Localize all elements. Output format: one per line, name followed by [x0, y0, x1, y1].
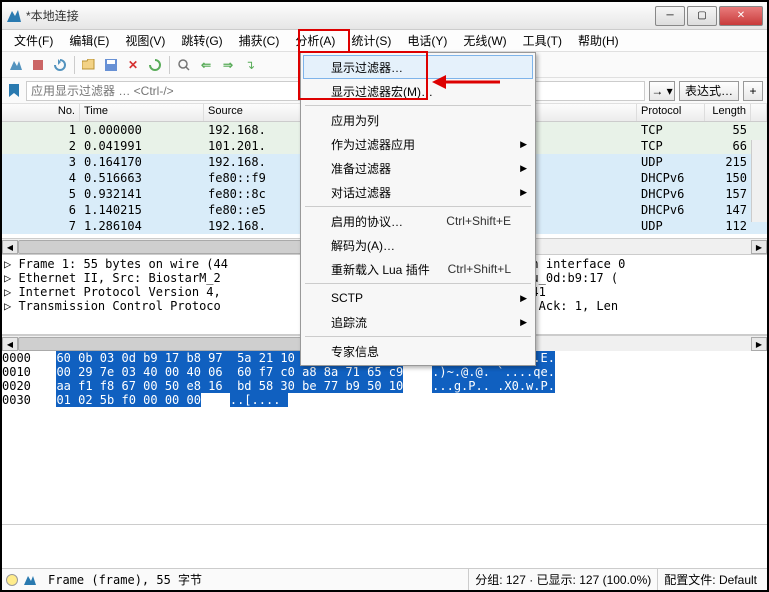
menu-stats[interactable]: 统计(S)	[343, 30, 399, 51]
menu-item-SCTP[interactable]: SCTP▶	[303, 286, 533, 310]
wireshark-icon	[6, 8, 22, 24]
tb-stop-capture[interactable]	[28, 55, 48, 75]
analyze-menu-dropdown: 显示过滤器…显示过滤器宏(M)… 应用为列作为过滤器应用▶准备过滤器▶对话过滤器▶…	[300, 52, 536, 366]
scroll-right-icon[interactable]: ▶	[751, 337, 767, 351]
status-profile-label: 配置文件:	[664, 571, 715, 588]
tb-open[interactable]	[79, 55, 99, 75]
menu-item--M-[interactable]: 显示过滤器宏(M)…	[303, 79, 533, 103]
window-maximize-button[interactable]: ▢	[687, 6, 717, 26]
tb-next[interactable]: ⇒	[218, 55, 238, 75]
filter-apply-button[interactable]: → ▾	[649, 81, 675, 101]
menu-item--[interactable]: 作为过滤器应用▶	[303, 132, 533, 156]
status-packet-count: 分组: 127 · 已显示: 127 (100.0%)	[469, 569, 658, 590]
window-titlebar: *本地连接 ─ ▢ ✕	[2, 2, 767, 30]
menu-file[interactable]: 文件(F)	[6, 30, 61, 51]
window-close-button[interactable]: ✕	[719, 6, 763, 26]
menu-telephony[interactable]: 电话(Y)	[399, 30, 455, 51]
menu-capture[interactable]: 捕获(C)	[231, 30, 288, 51]
menu-item--[interactable]: 专家信息	[303, 339, 533, 363]
menu-tools[interactable]: 工具(T)	[515, 30, 570, 51]
menu-item--[interactable]: 启用的协议…Ctrl+Shift+E	[303, 209, 533, 233]
packet-bytes-pane[interactable]: 0000 60 0b 03 0d b9 17 b8 97 5a 21 10 78…	[2, 351, 767, 525]
tb-start-capture[interactable]	[6, 55, 26, 75]
tb-save[interactable]	[101, 55, 121, 75]
scroll-left-icon[interactable]: ◀	[2, 240, 18, 254]
scroll-left-icon[interactable]: ◀	[2, 337, 18, 351]
col-hdr-time[interactable]: Time	[80, 104, 204, 121]
col-hdr-length[interactable]: Length	[705, 104, 751, 121]
menu-edit[interactable]: 编辑(E)	[61, 30, 117, 51]
status-bar: Frame (frame), 55 字节 分组: 127 · 已显示: 127 …	[2, 568, 767, 590]
tb-reload[interactable]	[145, 55, 165, 75]
col-hdr-no[interactable]: No.	[2, 104, 80, 121]
hex-line[interactable]: 0030 01 02 5b f0 00 00 00 ..[....	[2, 393, 767, 407]
hex-line[interactable]: 0020 aa f1 f8 67 00 50 e8 16 bd 58 30 be…	[2, 379, 767, 393]
status-profile[interactable]: 配置文件: Default	[658, 569, 763, 590]
col-hdr-source[interactable]: Source	[204, 104, 302, 121]
hex-line[interactable]: 0010 00 29 7e 03 40 00 40 06 60 f7 c0 a8…	[2, 365, 767, 379]
scroll-right-icon[interactable]: ▶	[751, 240, 767, 254]
menu-wireless[interactable]: 无线(W)	[455, 30, 514, 51]
capture-file-icon	[22, 572, 38, 588]
filter-add-button[interactable]: +	[743, 81, 763, 101]
filter-expression-button[interactable]: 表达式…	[679, 81, 739, 101]
menu-analyze[interactable]: 分析(A)	[287, 30, 343, 51]
menu-item--A-[interactable]: 解码为(A)…	[303, 233, 533, 257]
tb-restart-capture[interactable]	[50, 55, 70, 75]
col-hdr-protocol[interactable]: Protocol	[637, 104, 705, 121]
menu-separator	[305, 206, 531, 207]
menu-help[interactable]: 帮助(H)	[570, 30, 627, 51]
bookmark-icon[interactable]	[6, 83, 22, 99]
tb-goto-pkt[interactable]: ↴	[240, 55, 260, 75]
menu-item--[interactable]: 显示过滤器…	[303, 55, 533, 79]
menu-item--[interactable]: 应用为列	[303, 108, 533, 132]
status-profile-value: Default	[719, 573, 757, 587]
menu-item--[interactable]: 追踪流▶	[303, 310, 533, 334]
packet-list-scrollbar-v[interactable]	[751, 140, 767, 222]
tb-close-file[interactable]: ✕	[123, 55, 143, 75]
window-minimize-button[interactable]: ─	[655, 6, 685, 26]
menu-separator	[305, 283, 531, 284]
menu-view[interactable]: 视图(V)	[117, 30, 173, 51]
expert-info-icon[interactable]	[6, 574, 18, 586]
tb-prev[interactable]: ⇐	[196, 55, 216, 75]
menu-bar: 文件(F) 编辑(E) 视图(V) 跳转(G) 捕获(C) 分析(A) 统计(S…	[2, 30, 767, 52]
menu-separator	[305, 105, 531, 106]
window-title: *本地连接	[26, 7, 653, 24]
menu-item--[interactable]: 对话过滤器▶	[303, 180, 533, 204]
menu-go[interactable]: 跳转(G)	[173, 30, 230, 51]
tb-find[interactable]	[174, 55, 194, 75]
status-frame-info: Frame (frame), 55 字节	[42, 569, 469, 590]
menu-item--Lua-[interactable]: 重新载入 Lua 插件Ctrl+Shift+L	[303, 257, 533, 281]
menu-separator	[305, 336, 531, 337]
menu-item--[interactable]: 准备过滤器▶	[303, 156, 533, 180]
